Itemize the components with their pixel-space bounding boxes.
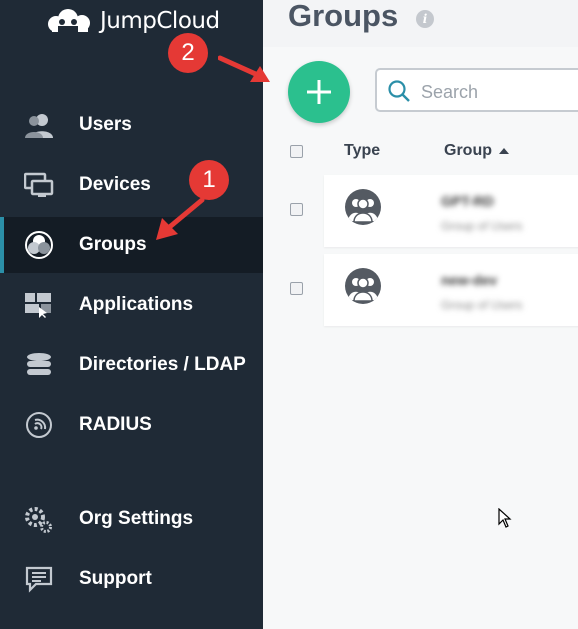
annotation-badge-1: 1 — [189, 160, 229, 200]
sidebar-item-label: Users — [79, 114, 132, 135]
column-header-type[interactable]: Type — [344, 142, 380, 160]
sidebar-item-groups[interactable]: Groups — [0, 217, 263, 273]
sidebar-item-label: RADIUS — [79, 414, 152, 435]
table-row[interactable]: GPT-RD Group of Users — [324, 175, 578, 247]
row-checkbox[interactable] — [290, 203, 303, 216]
support-icon — [24, 564, 54, 594]
plus-icon — [307, 80, 331, 104]
sidebar-item-label: Applications — [79, 294, 194, 315]
groups-icon — [24, 230, 54, 260]
page-title: Groups — [288, 0, 399, 33]
group-type: Group of Users — [441, 298, 523, 312]
sidebar-item-support[interactable]: Support — [0, 551, 263, 607]
sidebar-item-users[interactable]: Users — [0, 97, 263, 153]
row-checkbox[interactable] — [290, 282, 303, 295]
annotation-arrow-icon — [218, 55, 270, 82]
user-group-avatar-icon — [345, 268, 381, 304]
radius-icon — [24, 410, 54, 440]
annotation-badge-2: 2 — [168, 33, 208, 73]
sidebar-item-directories[interactable]: Directories / LDAP — [0, 337, 263, 393]
sidebar-item-label: Devices — [79, 174, 151, 195]
sidebar: JumpCloud Users Devices Groups Applicati… — [0, 0, 263, 629]
sidebar-item-org-settings[interactable]: Org Settings — [0, 491, 263, 547]
sidebar-item-label: Support — [79, 568, 152, 589]
applications-icon — [24, 290, 54, 320]
directories-icon — [24, 350, 54, 380]
sidebar-item-label: Groups — [79, 234, 147, 255]
sidebar-item-radius[interactable]: RADIUS — [0, 397, 263, 453]
org-settings-icon — [24, 504, 54, 534]
mouse-cursor-icon — [498, 508, 512, 528]
search-icon — [388, 80, 410, 102]
table-row[interactable]: new-dev Group of Users — [324, 254, 578, 326]
search-placeholder: Search — [421, 82, 479, 102]
users-icon — [24, 110, 54, 140]
group-name[interactable]: GPT-RD — [441, 193, 494, 209]
content-area — [263, 47, 578, 629]
search-input[interactable]: Search — [375, 68, 578, 112]
brand-name: JumpCloud — [100, 8, 220, 34]
sidebar-item-applications[interactable]: Applications — [0, 277, 263, 333]
cloud-logo-icon — [48, 9, 90, 32]
info-icon[interactable]: i — [416, 10, 434, 28]
sidebar-item-label: Org Settings — [79, 508, 194, 529]
annotation-arrow-icon — [156, 197, 205, 240]
group-name[interactable]: new-dev — [441, 272, 497, 288]
user-group-avatar-icon — [345, 189, 381, 225]
add-group-button[interactable] — [288, 61, 350, 123]
sidebar-item-label: Directories / LDAP — [79, 354, 246, 375]
column-header-group[interactable]: Group — [444, 142, 510, 160]
sort-ascending-icon — [499, 148, 510, 154]
main-panel: Groups i Search Type Group GPT-RD Group … — [263, 0, 578, 629]
jumpcloud-logo[interactable]: JumpCloud — [44, 5, 220, 37]
group-type: Group of Users — [441, 219, 523, 233]
devices-icon — [24, 170, 54, 200]
select-all-checkbox[interactable] — [290, 145, 303, 158]
